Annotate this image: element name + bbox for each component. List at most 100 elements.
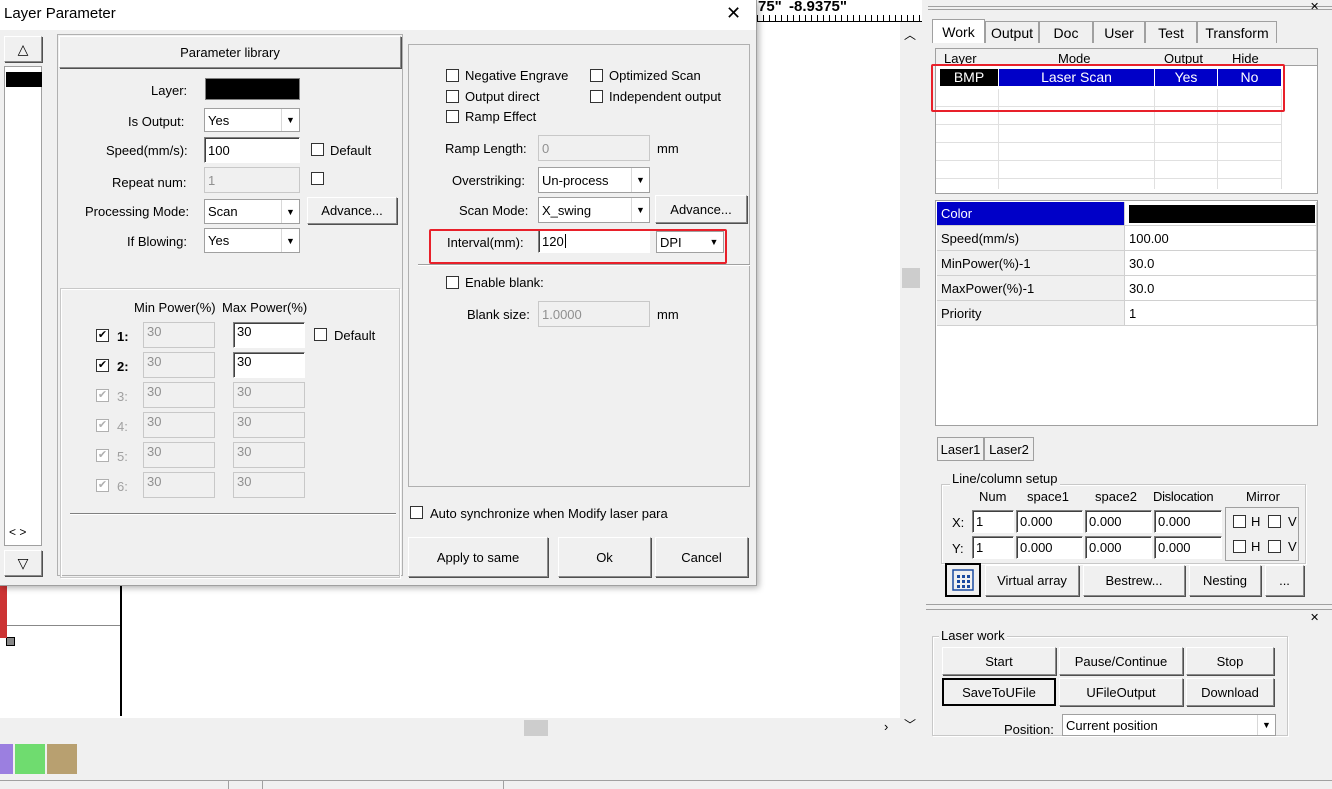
if-blowing-select[interactable]: Yes ▼ xyxy=(204,228,300,253)
dialog-titlebar[interactable]: Layer Parameter ✕ xyxy=(0,0,756,30)
lc-x-num[interactable]: 1 xyxy=(972,510,1014,533)
power-row-5-min-input[interactable]: 30 xyxy=(143,442,215,468)
mirror-x-h-checkbox[interactable] xyxy=(1233,515,1246,528)
nav-down-button[interactable]: ▽ xyxy=(4,550,42,576)
power-row-6-max-input[interactable]: 30 xyxy=(233,472,305,498)
blank-size-input[interactable]: 1.0000 xyxy=(538,301,650,327)
tab-doc[interactable]: Doc xyxy=(1039,21,1093,43)
overstriking-select[interactable]: Un-process ▼ xyxy=(538,167,650,193)
apply-to-same-button[interactable]: Apply to same xyxy=(408,537,548,577)
output-direct-checkbox[interactable] xyxy=(446,90,459,103)
mirror-x-v-checkbox[interactable] xyxy=(1268,515,1281,528)
prop-name-maxpower[interactable]: MaxPower(%)-1 xyxy=(937,276,1125,301)
prop-value-maxpower[interactable]: 30.0 xyxy=(1125,276,1317,301)
lc-y-num[interactable]: 1 xyxy=(972,536,1014,559)
array-icon-button[interactable] xyxy=(945,563,981,597)
left-nav-arrows[interactable]: < > xyxy=(9,525,26,539)
mirror-y-h-checkbox[interactable] xyxy=(1233,540,1246,553)
scroll-down-icon[interactable]: ﹀ xyxy=(904,716,916,733)
canvas-horizontal-scrollbar[interactable]: › xyxy=(0,718,900,738)
tab-laser1[interactable]: Laser1 xyxy=(937,437,984,461)
power-row-3-min-input[interactable]: 30 xyxy=(143,382,215,408)
power-row-5-checkbox[interactable]: ✔ xyxy=(96,449,109,462)
stop-button[interactable]: Stop xyxy=(1186,647,1274,675)
lc-x-dislocation[interactable]: 0.000 xyxy=(1154,510,1222,533)
parameter-library-button[interactable]: Parameter library xyxy=(59,36,401,68)
power-row-6-checkbox[interactable]: ✔ xyxy=(96,479,109,492)
power-row-4-max-input[interactable]: 30 xyxy=(233,412,305,438)
tab-transform[interactable]: Transform xyxy=(1197,21,1277,43)
speed-input[interactable]: 100 xyxy=(204,137,300,163)
palette-swatch-purple[interactable] xyxy=(0,744,13,774)
power-row-2-checkbox[interactable]: ✔ xyxy=(96,359,109,372)
power-row-2-min-input[interactable]: 30 xyxy=(143,352,215,378)
auto-sync-checkbox[interactable] xyxy=(410,506,423,519)
virtual-array-button[interactable]: Virtual array xyxy=(985,565,1079,596)
scroll-thumb[interactable] xyxy=(902,268,920,288)
tab-laser2[interactable]: Laser2 xyxy=(984,437,1034,461)
power-row-4-min-input[interactable]: 30 xyxy=(143,412,215,438)
processing-mode-select[interactable]: Scan ▼ xyxy=(204,199,300,224)
power-row-1-min-input[interactable]: 30 xyxy=(143,322,215,348)
close-icon[interactable]: ✕ xyxy=(726,3,741,24)
power-row-1-max-input[interactable]: 30 xyxy=(233,322,305,348)
ramp-length-input[interactable]: 0 xyxy=(538,135,650,161)
ramp-effect-checkbox[interactable] xyxy=(446,110,459,123)
selection-handle[interactable] xyxy=(6,637,15,646)
optimized-scan-checkbox[interactable] xyxy=(590,69,603,82)
lc-x-space2[interactable]: 0.000 xyxy=(1085,510,1152,533)
scroll-up-icon[interactable]: ︿ xyxy=(904,26,916,43)
independent-output-checkbox[interactable] xyxy=(590,90,603,103)
laser-work-close-icon[interactable]: ✕ xyxy=(1310,611,1319,624)
more-button[interactable]: ... xyxy=(1265,565,1304,596)
repeat-input[interactable]: 1 xyxy=(204,167,300,193)
prop-value-minpower[interactable]: 30.0 xyxy=(1125,251,1317,276)
tab-output[interactable]: Output xyxy=(985,21,1039,43)
power-row-1-checkbox[interactable]: ✔ xyxy=(96,329,109,342)
layer-color-swatch[interactable] xyxy=(205,78,300,100)
prop-value-color[interactable] xyxy=(1125,202,1317,226)
tab-work[interactable]: Work xyxy=(932,19,985,43)
power-row-3-checkbox[interactable]: ✔ xyxy=(96,389,109,402)
hscroll-thumb[interactable] xyxy=(524,720,548,736)
enable-blank-checkbox[interactable] xyxy=(446,276,459,289)
cancel-button[interactable]: Cancel xyxy=(655,537,748,577)
power-row-6-min-input[interactable]: 30 xyxy=(143,472,215,498)
nesting-button[interactable]: Nesting xyxy=(1189,565,1261,596)
power-row-2-max-input[interactable]: 30 xyxy=(233,352,305,378)
lc-y-space1[interactable]: 0.000 xyxy=(1016,536,1083,559)
download-button[interactable]: Download xyxy=(1186,678,1274,706)
scan-mode-select[interactable]: X_swing ▼ xyxy=(538,197,650,223)
bestrew-button[interactable]: Bestrew... xyxy=(1083,565,1185,596)
scan-advance-button[interactable]: Advance... xyxy=(655,195,747,223)
prop-value-priority[interactable]: 1 xyxy=(1125,301,1317,326)
lc-y-dislocation[interactable]: 0.000 xyxy=(1154,536,1222,559)
nav-up-button[interactable]: △ xyxy=(4,36,42,62)
tab-user[interactable]: User xyxy=(1093,21,1145,43)
save-to-ufile-button[interactable]: SaveToUFile xyxy=(942,678,1056,706)
is-output-select[interactable]: Yes ▼ xyxy=(204,108,300,132)
repeat-checkbox[interactable] xyxy=(311,172,324,185)
panel-close-icon[interactable]: ✕ xyxy=(1310,0,1319,13)
lc-y-space2[interactable]: 0.000 xyxy=(1085,536,1152,559)
ok-button[interactable]: Ok xyxy=(558,537,651,577)
pause-continue-button[interactable]: Pause/Continue xyxy=(1059,647,1183,675)
palette-swatch-tan[interactable] xyxy=(47,744,77,774)
canvas-vertical-scrollbar[interactable]: ︿ ﹀ xyxy=(900,22,922,732)
advance-button[interactable]: Advance... xyxy=(307,197,397,224)
position-select[interactable]: Current position ▼ xyxy=(1062,714,1276,736)
prop-name-speed[interactable]: Speed(mm/s) xyxy=(937,226,1125,251)
speed-default-checkbox[interactable] xyxy=(311,143,324,156)
layer-nav-swatch[interactable] xyxy=(6,72,42,87)
mirror-y-v-checkbox[interactable] xyxy=(1268,540,1281,553)
power-row-4-checkbox[interactable]: ✔ xyxy=(96,419,109,432)
scroll-right-icon[interactable]: › xyxy=(884,719,888,734)
power-default-checkbox[interactable] xyxy=(314,328,327,341)
prop-name-color[interactable]: Color xyxy=(937,202,1125,226)
ufile-output-button[interactable]: UFileOutput xyxy=(1059,678,1183,706)
prop-name-minpower[interactable]: MinPower(%)-1 xyxy=(937,251,1125,276)
layer-nav-list[interactable]: < > xyxy=(4,66,42,546)
prop-value-speed[interactable]: 100.00 xyxy=(1125,226,1317,251)
palette-swatch-green[interactable] xyxy=(15,744,45,774)
power-row-5-max-input[interactable]: 30 xyxy=(233,442,305,468)
